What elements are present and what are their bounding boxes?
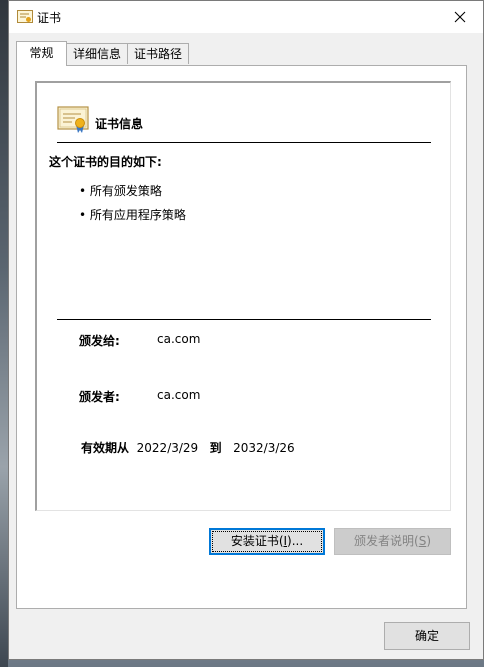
purpose-item: • 所有颁发策略 — [79, 184, 162, 198]
issued-by-value: ca.com — [157, 388, 201, 402]
certificate-info-title: 证书信息 — [95, 117, 144, 131]
issuer-statement-button[interactable]: 颁发者说明(S) — [334, 528, 451, 555]
certificate-dialog: 证书 常规 详细信息 证书路径 证书信息 这个证书的目的如下: • 所有颁发策略… — [8, 0, 484, 660]
divider — [57, 142, 431, 143]
tab-certification-path[interactable]: 证书路径 — [127, 43, 189, 64]
install-certificate-button[interactable]: 安装证书(I)... — [209, 528, 325, 555]
purpose-heading: 这个证书的目的如下: — [49, 155, 162, 169]
focus-ring — [212, 531, 322, 552]
valid-from-label: 有效期从 — [81, 441, 130, 455]
close-button[interactable] — [437, 1, 483, 33]
valid-to-label: 到 — [209, 441, 222, 455]
divider — [57, 319, 431, 320]
valid-from-date: 2022/3/29 — [136, 441, 199, 455]
issued-to-label: 颁发给: — [79, 334, 120, 348]
ok-button[interactable]: 确定 — [384, 622, 470, 650]
certificate-icon — [17, 10, 33, 23]
close-icon — [454, 11, 466, 23]
certificate-info-box: 证书信息 这个证书的目的如下: • 所有颁发策略 • 所有应用程序策略 颁发给:… — [35, 81, 451, 511]
certificate-info-icon — [57, 106, 89, 133]
title-bar[interactable]: 证书 — [9, 1, 483, 33]
desktop-background-edge — [0, 0, 8, 667]
issued-by-label: 颁发者: — [79, 390, 120, 404]
valid-to-date: 2032/3/26 — [233, 441, 295, 455]
purpose-item: • 所有应用程序策略 — [79, 208, 186, 222]
window-title: 证书 — [37, 11, 62, 25]
issued-to-value: ca.com — [157, 332, 201, 346]
tab-details[interactable]: 详细信息 — [66, 43, 128, 64]
general-tab-panel: 证书信息 这个证书的目的如下: • 所有颁发策略 • 所有应用程序策略 颁发给:… — [16, 65, 467, 609]
validity-period: 有效期从 2022/3/29 到 2032/3/26 — [81, 439, 295, 456]
tab-general[interactable]: 常规 — [16, 41, 67, 66]
